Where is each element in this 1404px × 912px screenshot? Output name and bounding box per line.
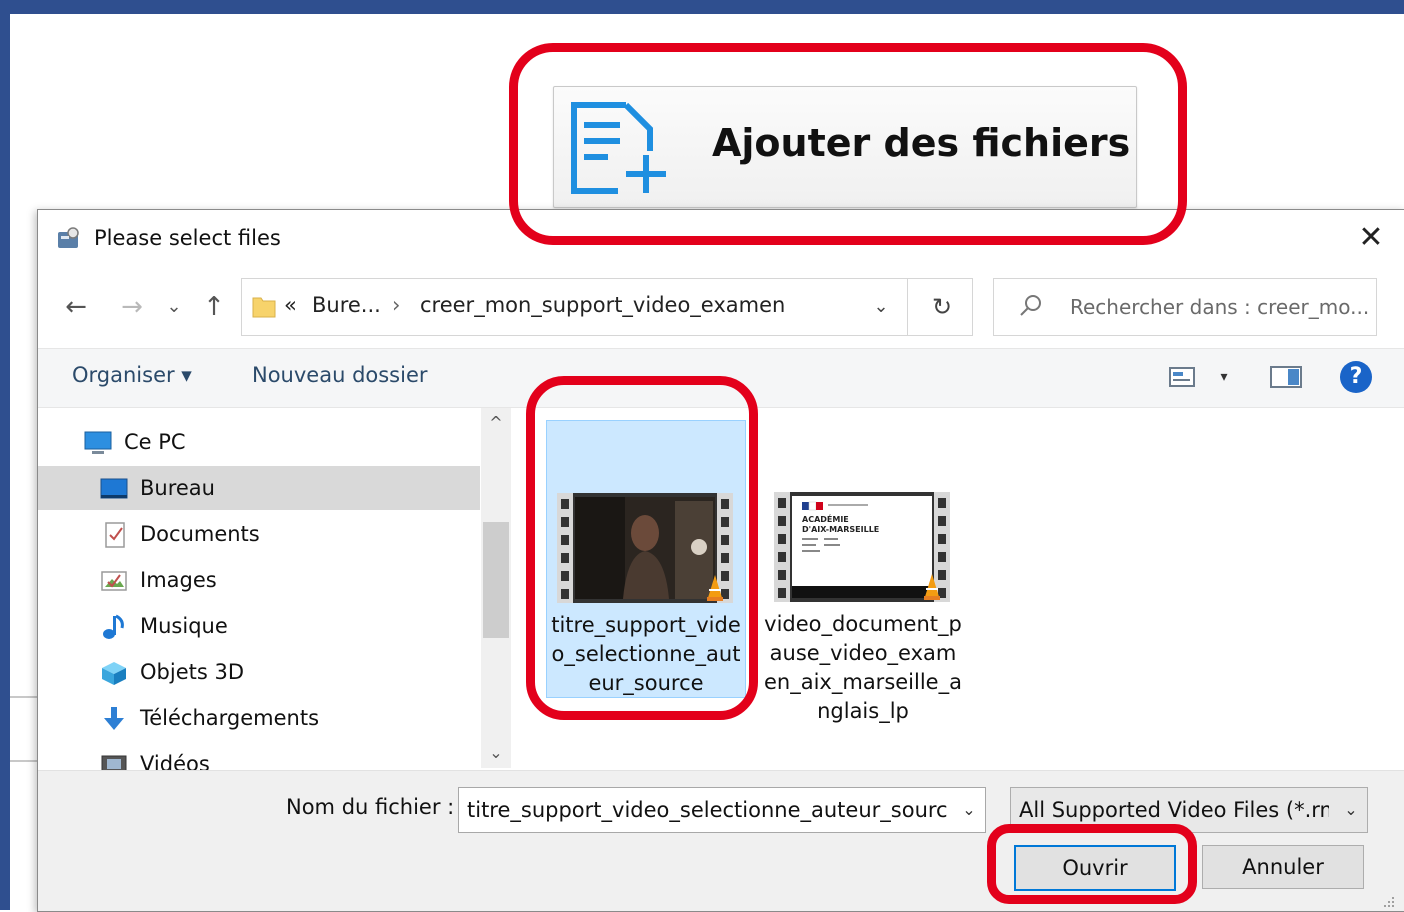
- forward-icon[interactable]: →: [114, 288, 150, 326]
- filename-input[interactable]: titre_support_video_selectionne_auteur_s…: [467, 788, 947, 832]
- scroll-down-icon[interactable]: ⌄: [481, 738, 511, 768]
- preview-pane-icon[interactable]: [1270, 365, 1302, 389]
- tree-item-musique[interactable]: Musique: [38, 604, 480, 648]
- window-frame-left: [0, 0, 10, 910]
- background-divider: [10, 696, 38, 698]
- organise-menu[interactable]: Organiser ▾: [72, 363, 192, 387]
- tree-item-label: Objets 3D: [140, 660, 244, 684]
- computer-icon: [84, 431, 112, 454]
- command-bar: Organiser ▾ Nouveau dossier ▾ ?: [38, 348, 1404, 408]
- chevron-down-icon[interactable]: ⌄: [866, 287, 896, 327]
- objects-3d-icon: [102, 662, 126, 685]
- view-options-icon[interactable]: [1168, 365, 1196, 389]
- tree-item-label: Ce PC: [124, 430, 186, 454]
- address-divider: [907, 279, 908, 335]
- scrollbar-thumb[interactable]: [483, 522, 509, 638]
- chevron-down-icon[interactable]: ⌄: [955, 788, 983, 832]
- file-open-dialog: Please select files ✕ ← → ⌄ ↑ « Bure... …: [37, 209, 1404, 912]
- tree-item-label: Documents: [140, 522, 260, 546]
- resize-grip-icon[interactable]: [1380, 893, 1396, 909]
- dialog-footer: Nom du fichier : titre_support_video_sel…: [38, 770, 1404, 911]
- back-icon[interactable]: ←: [58, 288, 94, 326]
- recent-locations-icon[interactable]: ⌄: [160, 288, 188, 326]
- file-type-value: All Supported Video Files (*.rm: [1019, 798, 1329, 822]
- breadcrumb-overflow[interactable]: «: [284, 293, 297, 317]
- refresh-icon[interactable]: ↻: [914, 287, 970, 327]
- breadcrumb-item[interactable]: Bure...: [312, 293, 381, 317]
- file-name: titre_support_video_selectionne_auteur_s…: [551, 613, 741, 695]
- up-icon[interactable]: ↑: [196, 288, 232, 326]
- downloads-icon: [104, 707, 124, 730]
- app-icon: [58, 227, 79, 248]
- tree-item-objets-3d[interactable]: Objets 3D: [38, 650, 480, 694]
- window-frame-top: [0, 0, 1404, 14]
- tree-item-ce-pc[interactable]: Ce PC: [38, 420, 480, 464]
- search-input[interactable]: Rechercher dans : creer_mo...: [1070, 279, 1370, 335]
- tree-item-label: Téléchargements: [140, 706, 320, 730]
- breadcrumb-item[interactable]: creer_mon_support_video_examen: [420, 293, 785, 317]
- background-divider: [10, 760, 38, 762]
- video-thumbnail-icon: [557, 493, 733, 603]
- help-icon[interactable]: ?: [1340, 361, 1372, 393]
- add-file-icon: [571, 102, 666, 194]
- search-box[interactable]: Rechercher dans : creer_mo...: [993, 278, 1377, 336]
- navigation-pane: Ce PC Bureau Documents Images Musique Ob…: [38, 408, 480, 776]
- tree-item-telechargements[interactable]: Téléchargements: [38, 696, 480, 740]
- file-name: video_document_pause_video_examen_aix_ma…: [764, 612, 962, 723]
- filename-label: Nom du fichier :: [286, 795, 455, 819]
- new-folder-button[interactable]: Nouveau dossier: [252, 363, 428, 387]
- scroll-up-icon[interactable]: ^: [481, 408, 511, 438]
- view-dropdown-icon[interactable]: ▾: [1214, 365, 1234, 389]
- desktop-icon: [100, 478, 128, 499]
- folder-icon: [252, 297, 276, 318]
- open-button[interactable]: Ouvrir: [1014, 845, 1176, 891]
- search-icon: [1020, 295, 1041, 316]
- add-files-label: Ajouter des fichiers: [712, 121, 1131, 165]
- music-icon: [103, 614, 124, 639]
- add-files-button[interactable]: Ajouter des fichiers: [553, 86, 1137, 208]
- images-icon: [101, 571, 127, 591]
- dialog-title: Please select files: [94, 226, 281, 250]
- navigation-scrollbar[interactable]: ^ ⌄: [481, 408, 511, 768]
- address-bar[interactable]: « Bure... › creer_mon_support_video_exam…: [241, 278, 973, 336]
- breadcrumb-separator[interactable]: ›: [392, 293, 400, 317]
- cancel-button[interactable]: Annuler: [1202, 845, 1364, 889]
- thumb-text: D'AIX-MARSEILLE: [802, 525, 879, 534]
- filename-combobox[interactable]: titre_support_video_selectionne_auteur_s…: [458, 787, 986, 833]
- file-type-filter[interactable]: All Supported Video Files (*.rm ⌄: [1010, 787, 1368, 833]
- thumb-text: ACADÉMIE: [802, 513, 849, 524]
- file-item[interactable]: titre_support_video_selectionne_auteur_s…: [546, 420, 746, 698]
- tree-item-bureau[interactable]: Bureau: [38, 466, 480, 510]
- file-item[interactable]: ACADÉMIE D'AIX-MARSEILLE video_document_…: [764, 420, 962, 723]
- close-icon[interactable]: ✕: [1356, 220, 1386, 256]
- video-thumbnail-icon: ACADÉMIE D'AIX-MARSEILLE: [774, 492, 950, 602]
- tree-item-label: Musique: [140, 614, 228, 638]
- tree-item-documents[interactable]: Documents: [38, 512, 480, 556]
- chevron-down-icon[interactable]: ⌄: [1337, 788, 1365, 832]
- tree-item-label: Bureau: [140, 476, 215, 500]
- documents-icon: [105, 522, 125, 548]
- tree-item-label: Images: [140, 568, 217, 592]
- tree-item-images[interactable]: Images: [38, 558, 480, 602]
